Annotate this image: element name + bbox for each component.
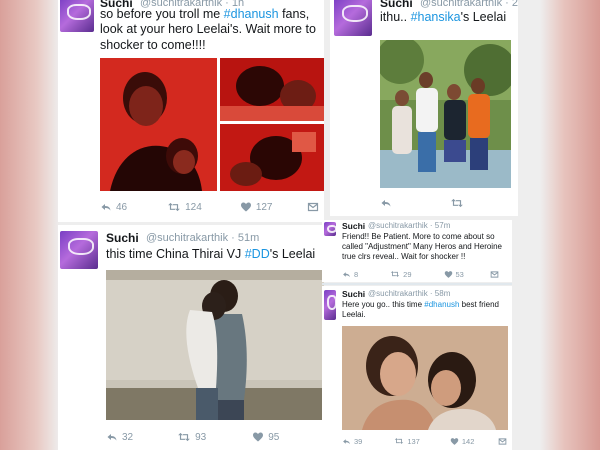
retweet-count: 137: [407, 436, 420, 446]
photo-group-beach[interactable]: [380, 40, 511, 188]
reply-count: 46: [116, 201, 128, 213]
like-button[interactable]: 95: [252, 431, 279, 443]
tweet-actions: 8 29 53: [342, 269, 499, 279]
author-name[interactable]: Suchi: [342, 221, 365, 231]
reply-icon: [106, 431, 118, 443]
like-button[interactable]: 53: [444, 270, 464, 279]
direct-message-icon: [498, 437, 507, 446]
reply-button[interactable]: 46: [100, 201, 127, 213]
tweet-text: so before you troll me #dhanush fans, lo…: [100, 7, 324, 53]
avatar[interactable]: [60, 0, 94, 32]
retweet-icon: [390, 269, 400, 279]
tweet-text-part: 's Leelai: [269, 247, 316, 261]
tweet-text: this time China Thirai VJ #DD's Leelai: [106, 247, 324, 262]
avatar[interactable]: [334, 0, 372, 36]
hashtag-link[interactable]: #hansika: [411, 10, 461, 24]
retweet-icon: [450, 196, 464, 210]
photo-two-women[interactable]: [342, 326, 508, 430]
reply-button[interactable]: 39: [342, 437, 362, 446]
collage-root: { "tweets": { "t1": { "name": "Suchi", "…: [0, 0, 600, 450]
author-name[interactable]: Suchi: [380, 0, 413, 10]
reply-icon: [380, 197, 392, 209]
tweet-card-hansika: Suchi @suchitrakarthik · 2 ithu.. #hansi…: [330, 0, 518, 216]
tweet-text-part: 's Leelai: [460, 10, 507, 24]
tweet-text: Here you go.. this time #dhanush best fr…: [342, 300, 512, 320]
tweet-text: Friend!! Be Patient. More to come about …: [342, 232, 502, 261]
tweet-text-part: ithu..: [380, 10, 411, 24]
retweet-button[interactable]: [450, 196, 464, 210]
reply-count: 8: [354, 269, 359, 279]
like-button[interactable]: 142: [450, 436, 475, 446]
reply-button[interactable]: [380, 197, 392, 209]
photo-bottom-right[interactable]: [220, 124, 324, 191]
retweet-icon: [177, 430, 191, 444]
author-handle[interactable]: @suchitrakarthik · 51m: [146, 232, 259, 244]
divider: [322, 283, 512, 285]
tweet-card-dhanush-fans: Suchi @suchitrakarthik · 1h so before yo…: [58, 0, 324, 222]
like-count: 127: [255, 201, 273, 213]
direct-message-icon: [490, 270, 499, 279]
reply-count: 39: [354, 436, 363, 446]
like-count: 142: [461, 436, 475, 446]
hashtag-link[interactable]: #dhanush: [224, 7, 279, 21]
direct-message-icon: [307, 201, 319, 213]
direct-message-button[interactable]: [490, 270, 499, 279]
tweet-text-part: Here you go.. this time: [342, 300, 425, 309]
tweet-actions: 39 137 142: [342, 436, 507, 446]
reply-button[interactable]: 32: [106, 431, 133, 443]
tweet-card-dd: Suchi @suchitrakarthik · 51m this time C…: [58, 225, 324, 450]
author-name[interactable]: Suchi: [342, 289, 365, 299]
tweet-actions: 32 93 95: [106, 430, 279, 444]
like-count: 95: [268, 431, 280, 443]
reply-icon: [342, 437, 351, 446]
author-name[interactable]: Suchi: [106, 231, 139, 245]
author-handle[interactable]: @suchitrakarthik · 58m: [368, 289, 450, 298]
author-handle[interactable]: @suchitrakarthik · 2: [420, 0, 518, 9]
direct-message-button[interactable]: [498, 437, 507, 446]
retweet-button[interactable]: 29: [390, 269, 412, 279]
retweet-button[interactable]: 124: [167, 200, 202, 214]
retweet-count: 124: [185, 201, 202, 213]
direct-message-button[interactable]: [307, 201, 319, 213]
avatar[interactable]: [324, 222, 336, 236]
like-icon: [240, 201, 252, 213]
like-count: 53: [455, 269, 464, 279]
tweet-card-best-friend: Suchi @suchitrakarthik · 58m Here you go…: [322, 286, 512, 450]
like-icon: [252, 431, 264, 443]
photo-top-right[interactable]: [220, 58, 324, 121]
like-button[interactable]: 127: [240, 201, 273, 213]
reply-button[interactable]: 8: [342, 270, 358, 279]
retweet-icon: [394, 436, 404, 446]
like-icon: [444, 270, 453, 279]
tweet-card-be-patient: Suchi @suchitrakarthik · 57m Friend!! Be…: [322, 220, 512, 282]
retweet-icon: [167, 200, 181, 214]
reply-count: 32: [122, 431, 134, 443]
reply-icon: [342, 270, 351, 279]
tweet-actions: 46 124 127: [100, 200, 319, 214]
tweet-text-part: so before you troll me: [100, 7, 224, 21]
tweet-text: ithu.. #hansika's Leelai: [380, 10, 518, 25]
photo-couple-wall[interactable]: [106, 270, 324, 420]
avatar[interactable]: [324, 290, 336, 320]
retweet-button[interactable]: 93: [177, 430, 206, 444]
retweet-count: 29: [403, 269, 412, 279]
avatar[interactable]: [60, 231, 98, 269]
tweet-actions: [380, 196, 464, 210]
hashtag-link[interactable]: #DD: [245, 247, 270, 261]
retweet-button[interactable]: 137: [394, 436, 420, 446]
hashtag-link[interactable]: #dhanush: [424, 300, 459, 309]
retweet-count: 93: [195, 431, 207, 443]
author-handle[interactable]: @suchitrakarthik · 57m: [368, 221, 450, 230]
like-icon: [450, 437, 459, 446]
photo-main[interactable]: [100, 58, 217, 191]
tweet-text-part: this time China Thirai VJ: [106, 247, 245, 261]
reply-icon: [100, 201, 112, 213]
